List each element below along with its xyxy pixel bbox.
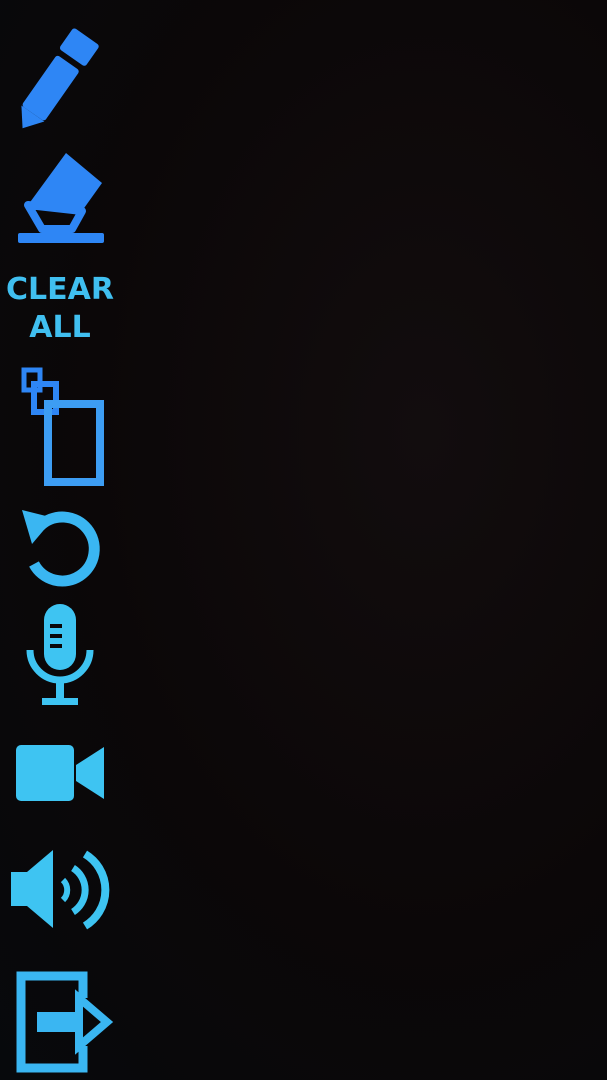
duplicate-pages-icon: [21, 367, 104, 486]
microphone-icon: [26, 604, 94, 705]
video-camera-icon: [16, 744, 104, 801]
clear-all-label-line1: CLEAR: [6, 272, 114, 307]
exit-icon: [16, 971, 114, 1073]
pen-icon: [21, 28, 99, 129]
eraser-button[interactable]: [0, 140, 120, 250]
clear-all-label-line2: ALL: [29, 310, 91, 345]
pen-button[interactable]: [0, 25, 120, 135]
clear-all-button[interactable]: CLEAR ALL: [0, 268, 120, 350]
undo-icon: [22, 510, 100, 587]
camera-button[interactable]: [0, 735, 120, 810]
speaker-icon: [11, 850, 110, 930]
duplicate-pages-button[interactable]: [0, 362, 120, 490]
exit-button[interactable]: [0, 968, 120, 1076]
microphone-button[interactable]: [0, 600, 120, 710]
eraser-icon: [18, 153, 104, 243]
undo-button[interactable]: [0, 500, 120, 590]
side-toolbar: CLEAR ALL: [0, 0, 120, 1080]
speaker-button[interactable]: [0, 840, 120, 940]
